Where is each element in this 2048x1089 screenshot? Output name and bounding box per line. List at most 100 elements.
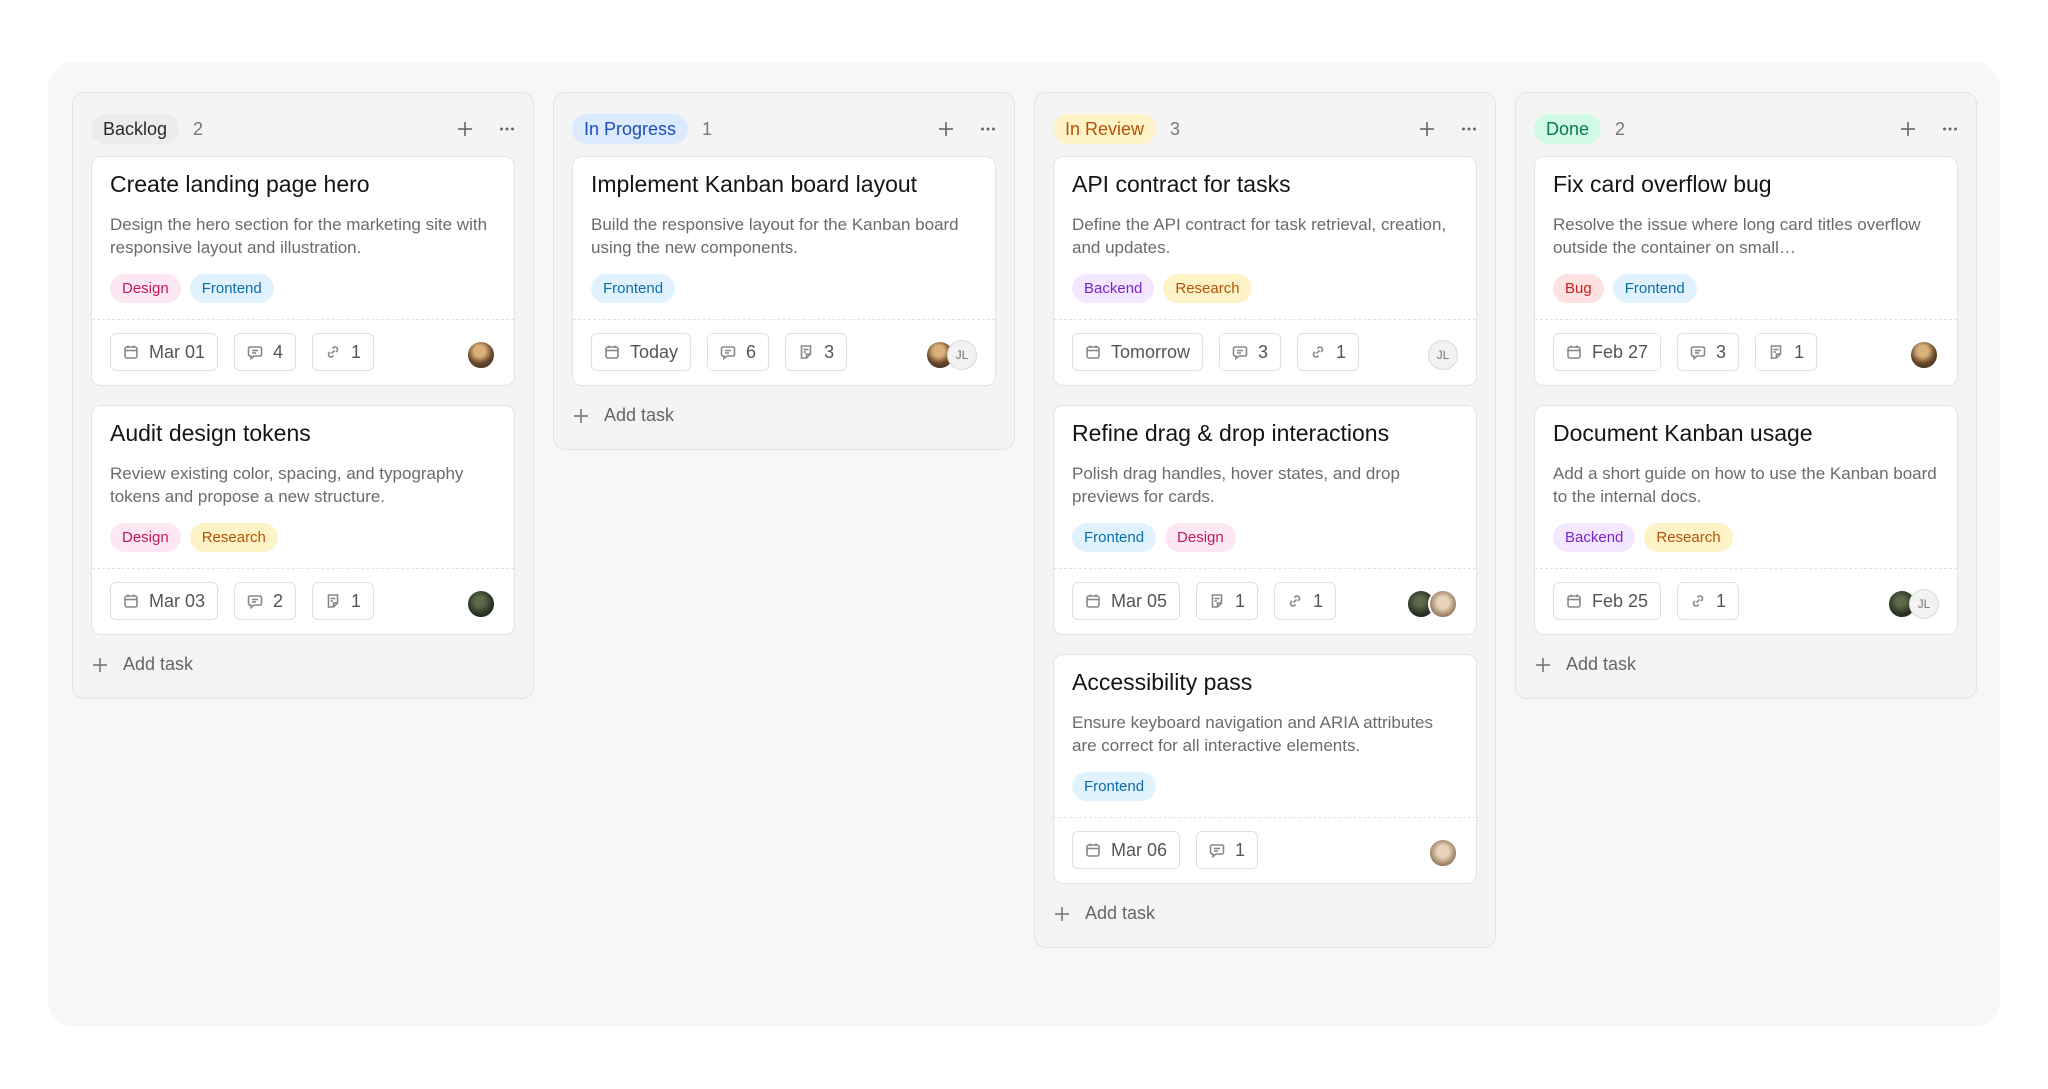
due-date-chip[interactable]: Mar 01 bbox=[110, 333, 219, 371]
chip-value: 1 bbox=[1235, 590, 1246, 611]
due-date: Tomorrow bbox=[1111, 341, 1191, 362]
comment-icon bbox=[247, 593, 263, 609]
task-meta: Feb 25 1 bbox=[1553, 582, 1740, 620]
chip-value: 1 bbox=[351, 341, 362, 362]
add-task-label: Add task bbox=[1085, 903, 1156, 923]
task-card[interactable]: Document Kanban usage Add a short guide o… bbox=[1534, 405, 1958, 635]
card-divider bbox=[1054, 817, 1476, 818]
due-date-chip[interactable]: Tomorrow bbox=[1072, 333, 1204, 371]
add-card-plus-icon[interactable] bbox=[1896, 117, 1920, 141]
task-card[interactable]: Create landing page hero Design the hero … bbox=[91, 156, 515, 386]
link-count-chip[interactable]: 1 bbox=[312, 333, 375, 371]
more-options-icon[interactable] bbox=[1938, 117, 1962, 141]
note-count-chip[interactable]: 1 bbox=[1196, 582, 1259, 620]
more-options-icon[interactable] bbox=[495, 117, 519, 141]
task-title: Accessibility pass bbox=[1072, 669, 1253, 695]
due-date-chip[interactable]: Feb 27 bbox=[1553, 333, 1662, 371]
avatar[interactable] bbox=[1428, 838, 1458, 868]
task-card[interactable]: Accessibility pass Ensure keyboard naviga… bbox=[1053, 654, 1477, 884]
tag-research: Research bbox=[1644, 523, 1733, 552]
task-description: Review existing color, spacing, and typo… bbox=[110, 464, 464, 506]
more-options-icon[interactable] bbox=[1457, 117, 1481, 141]
kanban-board: Backlog 2 Create landing page hero Design t… bbox=[72, 92, 1977, 992]
task-meta: Mar 01 4 1 bbox=[110, 333, 375, 371]
link-count-chip[interactable]: 1 bbox=[1677, 582, 1740, 620]
due-date-chip[interactable]: Mar 06 bbox=[1072, 831, 1181, 869]
due-date-chip[interactable]: Feb 25 bbox=[1553, 582, 1662, 620]
note-count-chip[interactable]: 1 bbox=[1755, 333, 1818, 371]
plus-icon bbox=[572, 407, 590, 425]
task-description: Ensure keyboard navigation and ARIA attr… bbox=[1072, 713, 1434, 755]
comment-count-chip[interactable]: 4 bbox=[234, 333, 297, 371]
task-description: Build the responsive layout for the Kanb… bbox=[591, 215, 959, 257]
note-icon bbox=[325, 593, 341, 609]
comment-count-chip[interactable]: 3 bbox=[1677, 333, 1740, 371]
note-count-chip[interactable]: 1 bbox=[312, 582, 375, 620]
avatar[interactable] bbox=[466, 340, 496, 370]
avatar[interactable]: JL bbox=[1909, 589, 1939, 619]
column-in-progress: In Progress 1 Implement Kanban board layou… bbox=[553, 92, 1015, 450]
comment-count-chip[interactable]: 1 bbox=[1196, 831, 1259, 869]
comment-count-chip[interactable]: 2 bbox=[234, 582, 297, 620]
add-task-label: Add task bbox=[123, 654, 194, 674]
task-card[interactable]: API contract for tasks Define the API con… bbox=[1053, 156, 1477, 386]
task-card[interactable]: Refine drag & drop interactions Polish dr… bbox=[1053, 405, 1477, 635]
link-count-chip[interactable]: 1 bbox=[1274, 582, 1337, 620]
due-date-chip[interactable]: Mar 03 bbox=[110, 582, 219, 620]
comment-count-chip[interactable]: 3 bbox=[1219, 333, 1282, 371]
column-actions bbox=[1896, 117, 1962, 141]
add-card-plus-icon[interactable] bbox=[934, 117, 958, 141]
add-task-button[interactable]: Add task bbox=[572, 405, 674, 426]
task-title: Implement Kanban board layout bbox=[591, 171, 918, 197]
task-title: Create landing page hero bbox=[110, 171, 370, 197]
chip-value: 1 bbox=[1336, 341, 1347, 362]
task-title: API contract for tasks bbox=[1072, 171, 1291, 197]
add-task-button[interactable]: Add task bbox=[1053, 903, 1155, 924]
task-tags: Design Research bbox=[110, 523, 278, 552]
avatar[interactable]: JL bbox=[1428, 340, 1458, 370]
column-header: Backlog 2 bbox=[91, 113, 519, 145]
due-date-chip[interactable]: Mar 05 bbox=[1072, 582, 1181, 620]
avatar[interactable]: JL bbox=[947, 340, 977, 370]
due-date: Feb 25 bbox=[1592, 590, 1649, 611]
tag-backend: Backend bbox=[1553, 523, 1636, 552]
tag-research: Research bbox=[189, 523, 278, 552]
column-header: Done 2 bbox=[1534, 113, 1962, 145]
tag-bug: Bug bbox=[1553, 274, 1604, 303]
task-description: Design the hero section for the marketin… bbox=[110, 215, 488, 257]
note-count-chip[interactable]: 3 bbox=[785, 333, 848, 371]
avatar[interactable] bbox=[1909, 340, 1939, 370]
plus-icon bbox=[91, 656, 109, 674]
column-status-label: Backlog bbox=[91, 114, 180, 144]
task-title: Refine drag & drop interactions bbox=[1072, 420, 1390, 446]
task-card[interactable]: Implement Kanban board layout Build the r… bbox=[572, 156, 996, 386]
card-divider bbox=[92, 568, 514, 569]
link-count-chip[interactable]: 1 bbox=[1297, 333, 1360, 371]
column-header: In Review 3 bbox=[1053, 113, 1481, 145]
column-in-review: In Review 3 API contract for tasks Define t… bbox=[1034, 92, 1496, 948]
column-status-label: In Review bbox=[1053, 114, 1157, 144]
due-date: Mar 05 bbox=[1111, 590, 1168, 611]
add-card-plus-icon[interactable] bbox=[453, 117, 477, 141]
tag-research: Research bbox=[1163, 274, 1252, 303]
task-card[interactable]: Fix card overflow bug Resolve the issue w… bbox=[1534, 156, 1958, 386]
avatar[interactable] bbox=[466, 589, 496, 619]
tag-frontend: Frontend bbox=[1612, 274, 1697, 303]
assignees bbox=[466, 340, 496, 370]
add-card-plus-icon[interactable] bbox=[1415, 117, 1439, 141]
tag-frontend: Frontend bbox=[1072, 772, 1157, 801]
more-options-icon[interactable] bbox=[976, 117, 1000, 141]
add-task-button[interactable]: Add task bbox=[1534, 654, 1636, 675]
due-date: Mar 03 bbox=[149, 590, 206, 611]
tag-design: Design bbox=[110, 274, 181, 303]
avatar[interactable] bbox=[1428, 589, 1458, 619]
comment-count-chip[interactable]: 6 bbox=[707, 333, 770, 371]
add-task-button[interactable]: Add task bbox=[91, 654, 193, 675]
task-card[interactable]: Audit design tokens Review existing color… bbox=[91, 405, 515, 635]
chip-value: 2 bbox=[273, 590, 284, 611]
due-date-chip[interactable]: Today bbox=[591, 333, 692, 371]
link-icon bbox=[1690, 593, 1706, 609]
column-task-count: 2 bbox=[193, 118, 204, 139]
assignees: JL bbox=[925, 340, 977, 370]
comment-icon bbox=[247, 344, 263, 360]
